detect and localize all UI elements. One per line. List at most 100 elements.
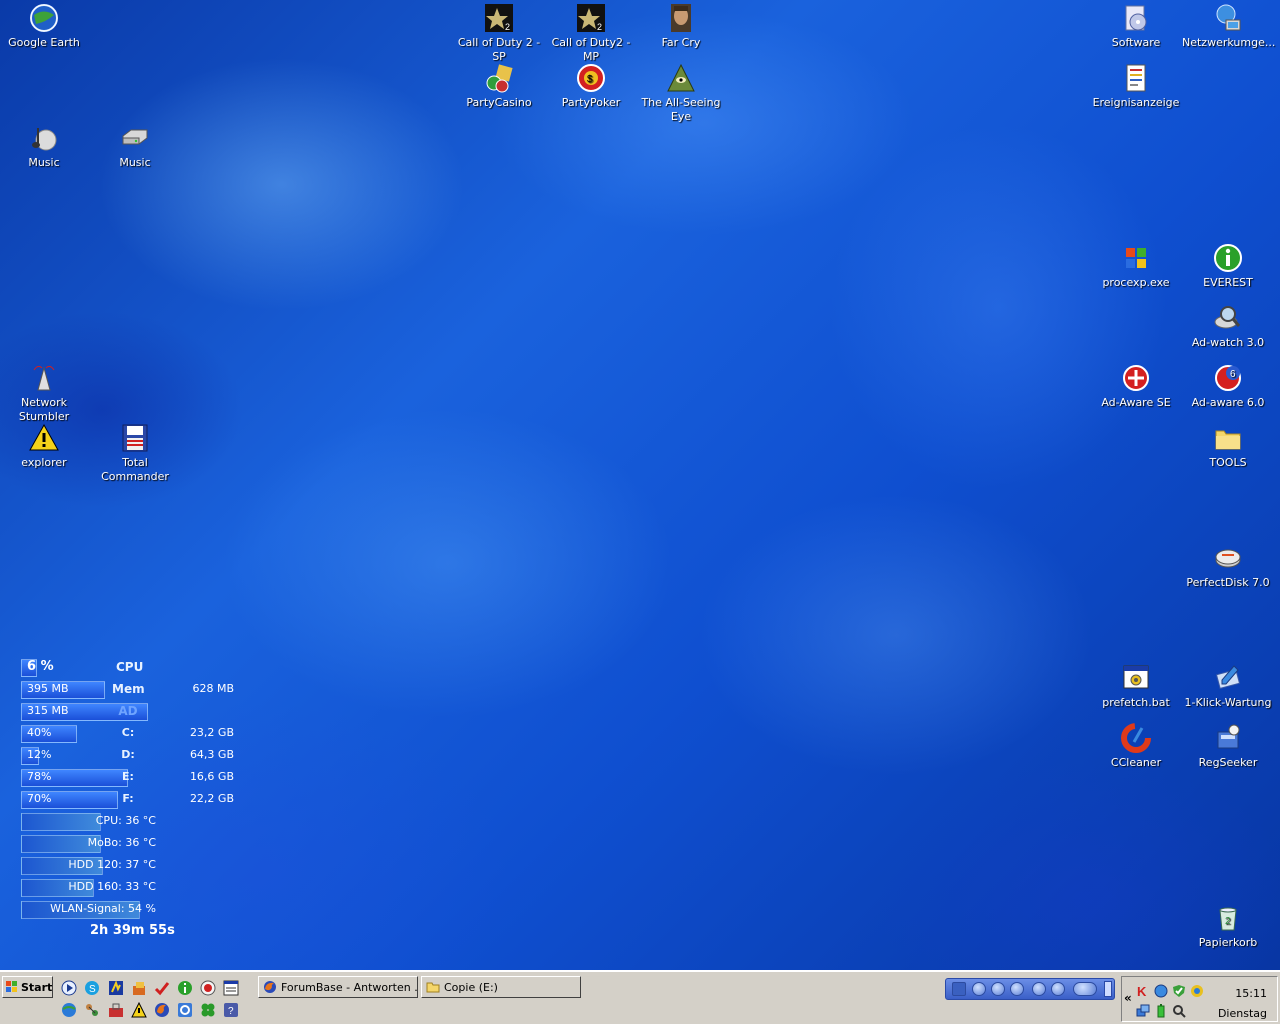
desktop-icon-netzwerk[interactable]: Netzwerkumge...	[1182, 2, 1275, 50]
desktop-icon-procexp[interactable]: procexp.exe	[1090, 242, 1182, 290]
ad-row: 315 MB AD	[20, 700, 238, 722]
toolbar-restore-icon[interactable]	[1104, 981, 1112, 997]
start-button[interactable]: Start	[2, 976, 53, 998]
shield-check-icon[interactable]	[1172, 983, 1186, 997]
icon-label: CCleaner	[1110, 756, 1162, 769]
icon-label: Music	[28, 156, 60, 169]
window-list-icon[interactable]	[223, 980, 239, 996]
taskbar: Start S ? ForumBase - Antworten ... Copi…	[0, 970, 1280, 1024]
desktop-icon-total-commander[interactable]: Total Commander	[89, 422, 181, 484]
icon-label: procexp.exe	[1102, 276, 1170, 289]
volume-icon[interactable]	[1073, 982, 1097, 996]
drive-icon	[119, 122, 151, 154]
desktop-icon-ccleaner[interactable]: CCleaner	[1090, 722, 1182, 770]
adaware-icon: 6	[1212, 362, 1244, 394]
icon-label: Network Stumbler	[18, 396, 70, 423]
ad-value: 315 MB	[27, 704, 69, 717]
svg-text:6: 6	[1230, 369, 1236, 380]
maintenance-icon	[1212, 662, 1244, 694]
desktop-icon-1-klick-wartung[interactable]: 1-Klick-Wartung	[1182, 662, 1274, 710]
desktop-icon-tools[interactable]: TOOLS	[1182, 422, 1274, 470]
svg-text:K: K	[1137, 984, 1147, 998]
temp-row-hdd120: HDD 120: 37 °C	[20, 854, 238, 876]
desktop-icon-music-2[interactable]: Music	[89, 122, 181, 170]
clock-time[interactable]: 15:11	[1235, 987, 1267, 1000]
skype-icon[interactable]: S	[84, 980, 100, 996]
desktop-icon-adwatch[interactable]: Ad-watch 3.0	[1182, 302, 1274, 350]
desktop-icon-everest[interactable]: EVEREST	[1182, 242, 1274, 290]
stop-square-icon[interactable]	[1010, 982, 1024, 996]
desktop-icon-explorer[interactable]: explorer	[0, 422, 90, 470]
desktop-icon-software[interactable]: Software	[1090, 2, 1182, 50]
network-tool-icon[interactable]	[84, 1002, 100, 1018]
taskbar-window-copie[interactable]: Copie (E:)	[421, 976, 581, 998]
messenger-icon[interactable]	[1190, 983, 1204, 997]
drive-tag: F:	[122, 792, 134, 805]
icon-label: Call of Duty 2 - SP	[457, 36, 541, 63]
desktop-icon-partycasino[interactable]: PartyCasino	[453, 62, 545, 110]
taskbar-window-forumbase[interactable]: ForumBase - Antworten ...	[258, 976, 418, 998]
desktop-icon-perfectdisk[interactable]: PerfectDisk 7.0	[1182, 542, 1274, 590]
drive-free: 64,3 GB	[189, 748, 234, 761]
clover-icon[interactable]	[200, 1002, 216, 1018]
winamp-icon[interactable]	[108, 980, 124, 996]
toolbox-icon[interactable]	[108, 1002, 124, 1018]
media-player-toolbar	[945, 978, 1115, 1000]
cpu-tag: CPU	[116, 660, 144, 674]
pause-icon[interactable]	[991, 982, 1005, 996]
desktop-icon-partypoker[interactable]: $ PartyPoker	[545, 62, 637, 110]
tray-expand-button[interactable]: «	[1124, 991, 1132, 1005]
temp-text: CPU: 36 °C	[95, 814, 156, 827]
icon-label: Eye	[670, 110, 692, 123]
browser-icon[interactable]	[177, 1002, 193, 1018]
icon-label: Far Cry	[661, 36, 701, 49]
info-icon[interactable]	[177, 980, 193, 996]
media-record-icon[interactable]	[200, 980, 216, 996]
wmp-logo-icon	[952, 982, 966, 996]
icon-label: TOOLS	[1209, 456, 1247, 469]
desktop-icon-google-earth[interactable]: Google Earth	[0, 2, 90, 50]
antivirus-icon[interactable]: K	[1136, 983, 1150, 999]
drive-free: 23,2 GB	[189, 726, 234, 739]
svg-text:2: 2	[1225, 916, 1231, 927]
warning-icon[interactable]	[131, 1001, 147, 1018]
temp-text: WLAN-Signal: 54 %	[50, 902, 156, 915]
icon-label: Ad-aware 6.0	[1191, 396, 1265, 409]
previous-track-icon[interactable]	[1032, 982, 1046, 996]
network-globe-icon[interactable]	[1154, 983, 1168, 998]
icon-label: Google Earth	[8, 36, 80, 49]
desktop-icon-all-seeing-eye[interactable]: The All-Seeing Eye	[635, 62, 727, 124]
search-icon[interactable]	[1172, 1003, 1186, 1018]
desktop-icon-adaware-se[interactable]: Ad-Aware SE	[1090, 362, 1182, 410]
desktop-icon-prefetch[interactable]: prefetch.bat	[1090, 662, 1182, 710]
desktop-icon-papierkorb[interactable]: 2 Papierkorb	[1182, 902, 1274, 950]
windows-flag-icon	[1120, 242, 1152, 274]
desktop-icon-adaware-6[interactable]: 6 Ad-aware 6.0	[1182, 362, 1274, 410]
desktop-icon-regseeker[interactable]: RegSeeker	[1182, 722, 1274, 770]
app-icon[interactable]	[131, 980, 147, 996]
help-icon[interactable]: ?	[223, 1002, 239, 1018]
network-connection-icon[interactable]	[1136, 1003, 1150, 1017]
globe-icon[interactable]	[61, 1002, 77, 1018]
desktop-icon-network-stumbler[interactable]: Network Stumbler	[0, 362, 90, 424]
drive-free: 16,6 GB	[189, 770, 234, 783]
disk-icon	[1212, 542, 1244, 574]
media-player-icon[interactable]	[61, 980, 77, 996]
pyramid-eye-icon	[665, 62, 697, 94]
temp-row-hdd160: HDD 160: 33 °C	[20, 876, 238, 898]
checkmark-icon[interactable]	[154, 980, 170, 996]
desktop-icon-far-cry[interactable]: Far Cry	[635, 2, 727, 50]
icon-label: Papierkorb	[1198, 936, 1258, 949]
desktop-icon-cod2-sp[interactable]: 2 Call of Duty 2 - SP	[453, 2, 545, 64]
desktop[interactable]: Google Earth 2 Call of Duty 2 - SP 2 Cal…	[0, 0, 1280, 970]
battery-icon[interactable]	[1154, 1003, 1168, 1018]
desktop-icon-music-1[interactable]: Music	[0, 122, 90, 170]
next-track-icon[interactable]	[1051, 982, 1065, 996]
drive-free: 22,2 GB	[189, 792, 234, 805]
drive-row-e: 78% E: 16,6 GB	[20, 766, 238, 788]
icon-label: Call of Duty2 - MP	[551, 36, 631, 63]
stop-icon[interactable]	[972, 982, 986, 996]
firefox-icon[interactable]	[154, 1002, 170, 1018]
desktop-icon-ereignisanzeige[interactable]: Ereignisanzeige	[1090, 62, 1182, 110]
desktop-icon-cod2-mp[interactable]: 2 Call of Duty2 - MP	[545, 2, 637, 64]
